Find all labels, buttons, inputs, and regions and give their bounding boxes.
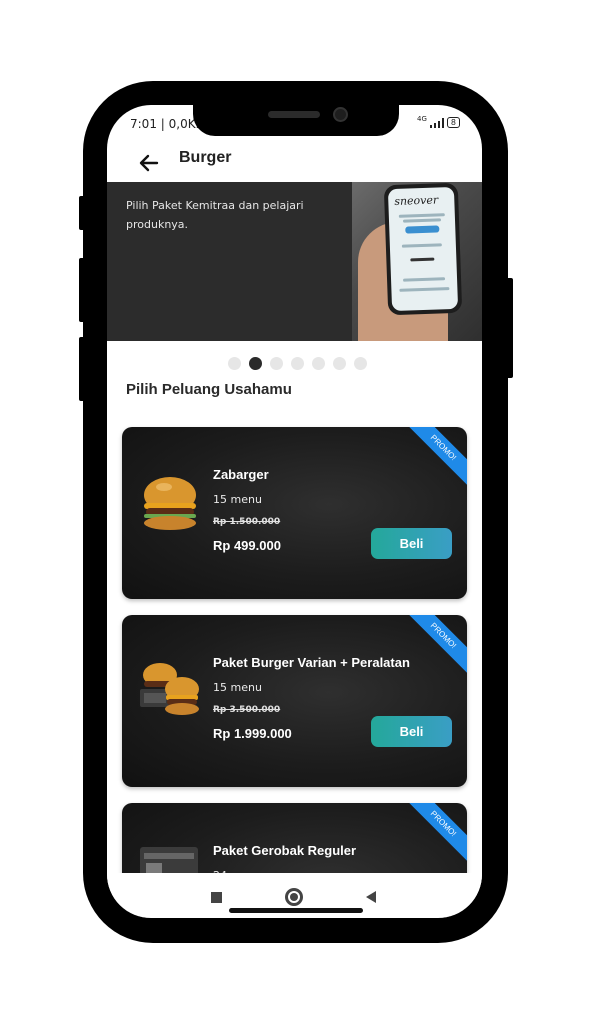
- battery-icon: 8: [446, 117, 460, 128]
- app-bar: Burger: [107, 143, 482, 183]
- phone-image: sneover: [383, 182, 463, 316]
- promo-badge: PROMO!: [401, 803, 467, 866]
- package-price: Rp 1.999.000: [213, 726, 292, 741]
- phone-camera: [333, 107, 348, 122]
- system-nav-bar: [107, 873, 482, 918]
- carousel-dot[interactable]: [228, 357, 241, 370]
- promo-banner[interactable]: Pilih Paket Kemitraa dan pelajari produk…: [107, 182, 482, 341]
- package-name: Zabarger: [213, 467, 269, 482]
- arrow-left-icon: [139, 154, 159, 172]
- carousel-dot[interactable]: [312, 357, 325, 370]
- page-title: Burger: [179, 149, 232, 166]
- buy-button[interactable]: Beli: [371, 716, 452, 747]
- promo-badge: PROMO!: [401, 615, 467, 678]
- package-name: Paket Gerobak Reguler: [213, 843, 357, 858]
- package-card[interactable]: PROMO! Paket Burger Varian + Peralatan 1…: [122, 615, 467, 787]
- back-button[interactable]: [135, 149, 163, 177]
- home-indicator: [229, 908, 363, 913]
- carousel-dot[interactable]: [354, 357, 367, 370]
- package-menu-count: 15 menu: [213, 681, 262, 694]
- phone-side-button: [505, 278, 513, 378]
- phone-speaker: [268, 111, 320, 118]
- network-label: 4G: [417, 114, 427, 123]
- banner-photo: sneover: [352, 182, 482, 341]
- package-price: Rp 499.000: [213, 538, 281, 553]
- section-title: Pilih Peluang Usahamu: [126, 381, 292, 398]
- phone-notch: [193, 101, 399, 136]
- system-back-button[interactable]: [366, 891, 376, 903]
- phone-screen: 7:01 | 0,0KB/ 4G 8 Burger Pilih Paket Ke…: [107, 105, 482, 918]
- banner-text: Pilih Paket Kemitraa dan pelajari produk…: [126, 199, 304, 231]
- package-card[interactable]: PROMO! Zabarger 15 menu Rp 1.500.000 Rp …: [122, 427, 467, 599]
- carousel-dot[interactable]: [333, 357, 346, 370]
- carousel-indicator: [228, 357, 367, 370]
- signal-icon: [429, 117, 444, 128]
- package-old-price: Rp 3.500.000: [213, 705, 281, 715]
- package-name: Paket Burger Varian + Peralatan: [213, 655, 410, 670]
- phone-side-button: [79, 337, 87, 401]
- banner-logo-text: sneover: [394, 193, 439, 208]
- buy-button[interactable]: Beli: [371, 528, 452, 559]
- promo-badge: PROMO!: [401, 427, 467, 490]
- package-old-price: Rp 1.500.000: [213, 517, 281, 527]
- burger-image: [144, 477, 196, 530]
- burger-equipment-image: [140, 663, 199, 715]
- package-menu-count: 15 menu: [213, 493, 262, 506]
- carousel-dot[interactable]: [249, 357, 262, 370]
- recent-apps-button[interactable]: [211, 892, 222, 903]
- status-icons: 4G 8: [417, 114, 460, 128]
- phone-side-button: [79, 196, 87, 230]
- home-button[interactable]: [285, 888, 303, 906]
- phone-side-button: [79, 258, 87, 322]
- carousel-dot[interactable]: [270, 357, 283, 370]
- carousel-dot[interactable]: [291, 357, 304, 370]
